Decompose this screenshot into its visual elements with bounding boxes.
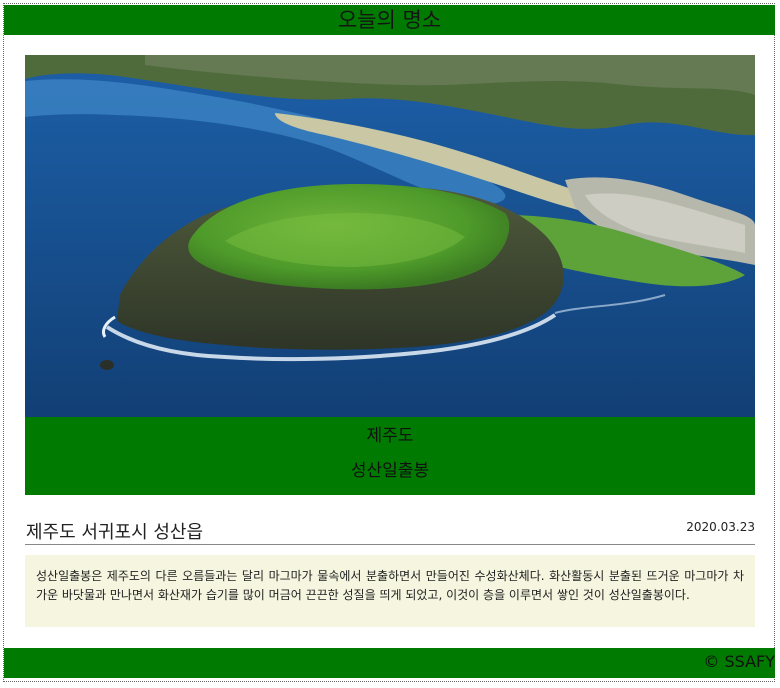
- page-header: 오늘의 명소: [4, 5, 775, 35]
- description-text: 성산일출봉은 제주도의 다른 오름들과는 달리 마그마가 물속에서 분출하면서 …: [36, 569, 744, 602]
- description-box: 성산일출봉은 제주도의 다른 오름들과는 달리 마그마가 물속에서 분출하면서 …: [25, 555, 755, 627]
- location-title: 제주도 서귀포시 성산읍: [26, 522, 204, 543]
- page-footer: © SSAFY: [4, 648, 775, 678]
- copyright-text: © SSAFY: [703, 652, 775, 671]
- post-date: 2020.03.23: [686, 520, 755, 534]
- page-title: 오늘의 명소: [337, 8, 442, 32]
- caption-name: 성산일출봉: [350, 461, 430, 481]
- landmark-photo: [25, 55, 755, 417]
- landmark-card: 제주도 성산일출봉: [25, 55, 755, 495]
- divider: [25, 544, 755, 545]
- caption-region: 제주도: [366, 426, 414, 446]
